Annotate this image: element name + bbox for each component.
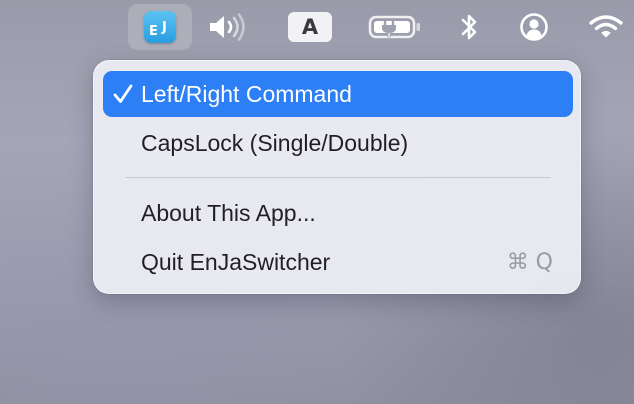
user-menubar-item[interactable]: [516, 0, 552, 54]
wifi-icon: [589, 15, 623, 38]
menu-item-label: Left/Right Command: [141, 80, 352, 107]
menu-item-about[interactable]: About This App...: [103, 190, 573, 236]
battery-charging-icon: [368, 15, 420, 39]
bluetooth-menubar-item[interactable]: [452, 0, 486, 54]
menu-separator: [125, 177, 551, 178]
input-source-menubar-item[interactable]: A: [284, 0, 336, 54]
checkmark-icon: [113, 84, 133, 103]
volume-menubar-item[interactable]: [204, 0, 252, 54]
menu-item-label: About This App...: [141, 199, 316, 226]
bluetooth-icon: [461, 14, 477, 40]
menu-item-capslock[interactable]: CapsLock (Single/Double): [103, 120, 573, 166]
enja-dropdown-menu: Left/Right Command CapsLock (Single/Doub…: [93, 60, 581, 294]
menu-item-label: Quit EnJaSwitcher: [141, 248, 331, 275]
enja-menubar-item[interactable]: E J: [128, 4, 192, 50]
input-source-icon: A: [288, 12, 332, 42]
battery-menubar-item[interactable]: [366, 0, 424, 54]
app-icon-letter-j: J: [162, 20, 167, 35]
speaker-volume-icon: [210, 13, 245, 41]
user-account-icon: [520, 13, 548, 41]
app-icon-letter-e: E: [149, 24, 158, 39]
menu-item-quit[interactable]: Quit EnJaSwitcher ⌘ Q: [103, 239, 573, 285]
quit-shortcut: ⌘ Q: [506, 249, 553, 275]
menu-item-left-right-command[interactable]: Left/Right Command: [103, 71, 573, 117]
wifi-menubar-item[interactable]: [586, 0, 626, 54]
menu-bar: E J A: [0, 0, 634, 54]
menu-item-label: CapsLock (Single/Double): [141, 129, 409, 156]
enja-app-icon: E J: [144, 11, 176, 43]
